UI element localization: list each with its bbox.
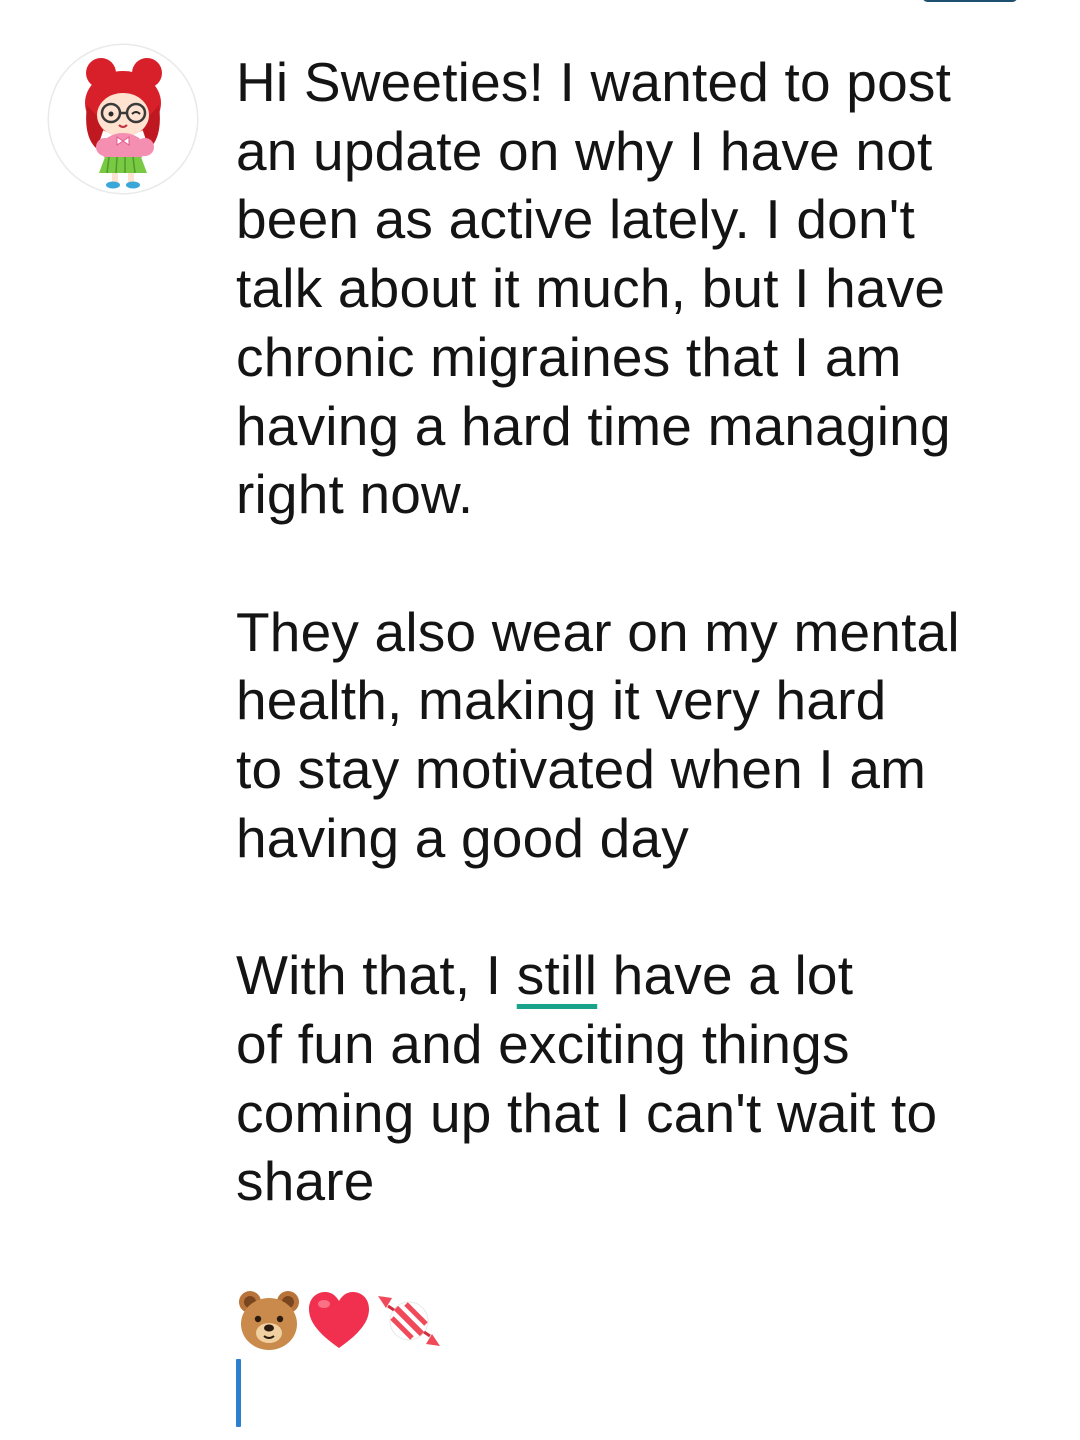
red-heart-icon [306,1288,372,1354]
post-paragraph-2: They also wear on my mental health, maki… [236,600,960,869]
candy-icon [376,1288,442,1354]
avatar[interactable] [49,45,197,193]
avatar-character-icon [85,58,162,189]
text-caret [236,1358,241,1427]
spellcheck-flagged-word[interactable]: still [517,944,597,1006]
emoji-row [236,1285,1056,1357]
post-paragraph-3: With that, I still have a lot of fun and… [236,941,1056,1216]
bear-face-icon [236,1288,302,1354]
post-paragraph-1: Hi Sweeties! I wanted to post an update … [236,51,952,526]
top-bar-edge [922,0,1018,2]
paragraph-3-start: With that, I [236,944,517,1007]
post-compose-area[interactable]: Hi Sweeties! I wanted to post an update … [236,48,1056,1427]
